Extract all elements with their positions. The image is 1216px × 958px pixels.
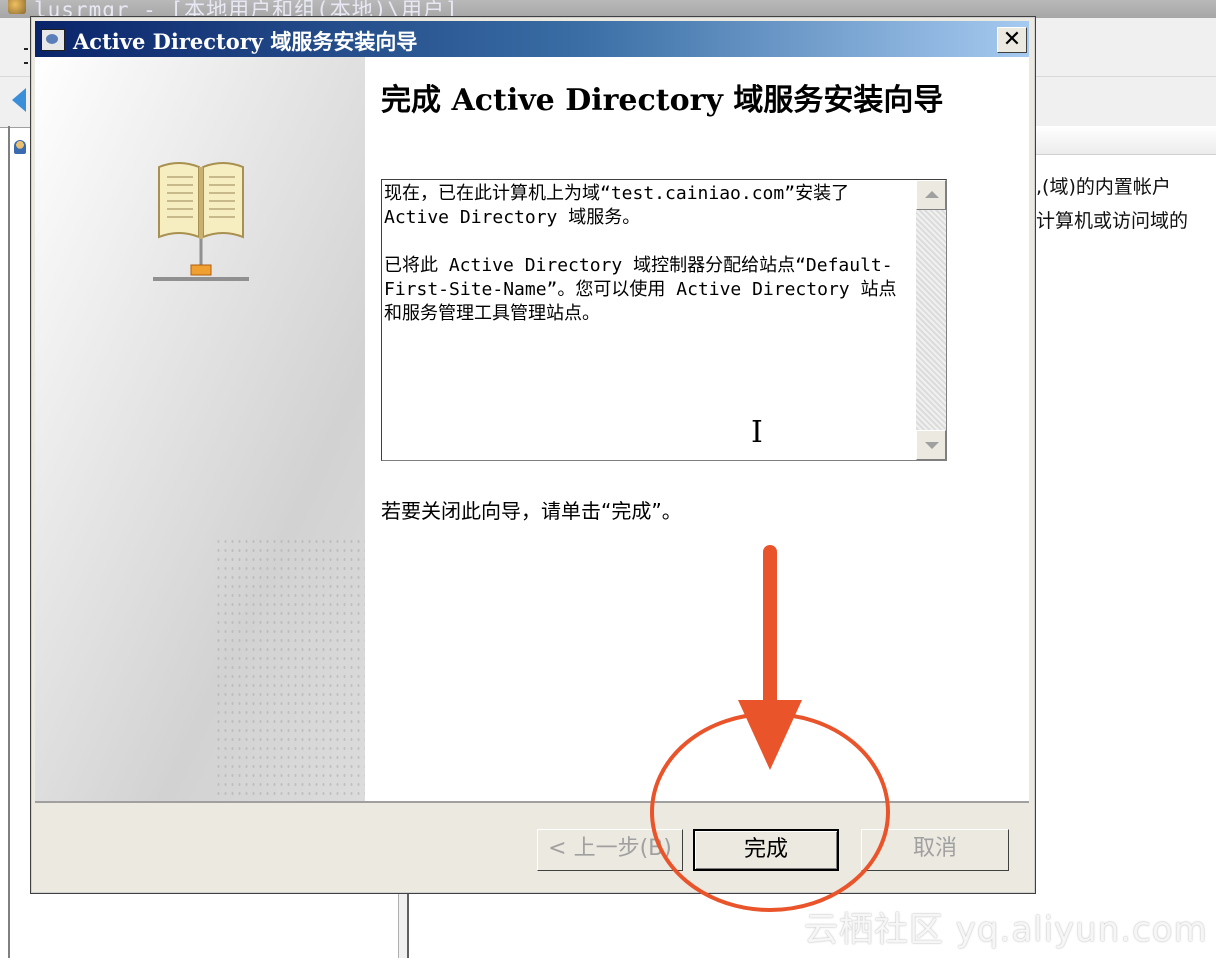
close-button[interactable]: ✕ bbox=[997, 27, 1027, 53]
details-description: ,(域)的内置帐户 bbox=[1036, 176, 1171, 198]
watermark: 云栖社区 yq.aliyun.com bbox=[804, 910, 1208, 950]
menu-dot bbox=[24, 62, 28, 64]
tree-pane-border bbox=[8, 126, 10, 958]
summary-paragraph: 现在，已在此计算机上为域“test.cainiao.com”安装了 Active… bbox=[384, 183, 850, 228]
pane-splitter[interactable] bbox=[398, 890, 409, 958]
wizard-heading: 完成 Active Directory 域服务安装向导 bbox=[381, 83, 944, 118]
vertical-scrollbar[interactable] bbox=[916, 180, 946, 460]
finish-button[interactable]: 完成 bbox=[693, 829, 839, 871]
summary-textbox[interactable]: 现在，已在此计算机上为域“test.cainiao.com”安装了 Active… bbox=[381, 179, 947, 461]
wizard-dialog: Active Directory 域服务安装向导 ✕ 完成 Active Dir… bbox=[30, 16, 1036, 894]
users-groups-icon bbox=[8, 0, 26, 14]
book-icon bbox=[153, 162, 249, 281]
wizard-body: 完成 Active Directory 域服务安装向导 现在，已在此计算机上为域… bbox=[35, 57, 1029, 803]
decorative-dots bbox=[215, 537, 365, 801]
close-hint-text: 若要关闭此向导，请单击“完成”。 bbox=[381, 499, 682, 523]
summary-paragraph: 已将此 Active Directory 域控制器分配给站点“Default-F… bbox=[384, 255, 897, 324]
details-description: 计算机或访问域的 bbox=[1036, 210, 1189, 232]
text-cursor-icon: I bbox=[751, 415, 763, 450]
summary-text: 现在，已在此计算机上为域“test.cainiao.com”安装了 Active… bbox=[384, 182, 914, 350]
back-arrow-icon[interactable] bbox=[12, 88, 26, 112]
cancel-button[interactable]: 取消 bbox=[861, 829, 1009, 871]
back-button[interactable]: < 上一步(B) bbox=[537, 829, 683, 871]
wizard-side-panel bbox=[35, 57, 365, 801]
menu-dot bbox=[24, 48, 28, 50]
dialog-titlebar[interactable]: Active Directory 域服务安装向导 ✕ bbox=[35, 21, 1029, 57]
user-icon bbox=[14, 140, 26, 154]
scroll-up-icon[interactable] bbox=[916, 180, 946, 210]
scroll-down-icon[interactable] bbox=[916, 430, 946, 460]
dialog-title: Active Directory 域服务安装向导 bbox=[73, 29, 418, 54]
server-icon bbox=[41, 29, 65, 51]
details-pane bbox=[1034, 126, 1216, 958]
details-column-header[interactable] bbox=[1034, 126, 1216, 155]
